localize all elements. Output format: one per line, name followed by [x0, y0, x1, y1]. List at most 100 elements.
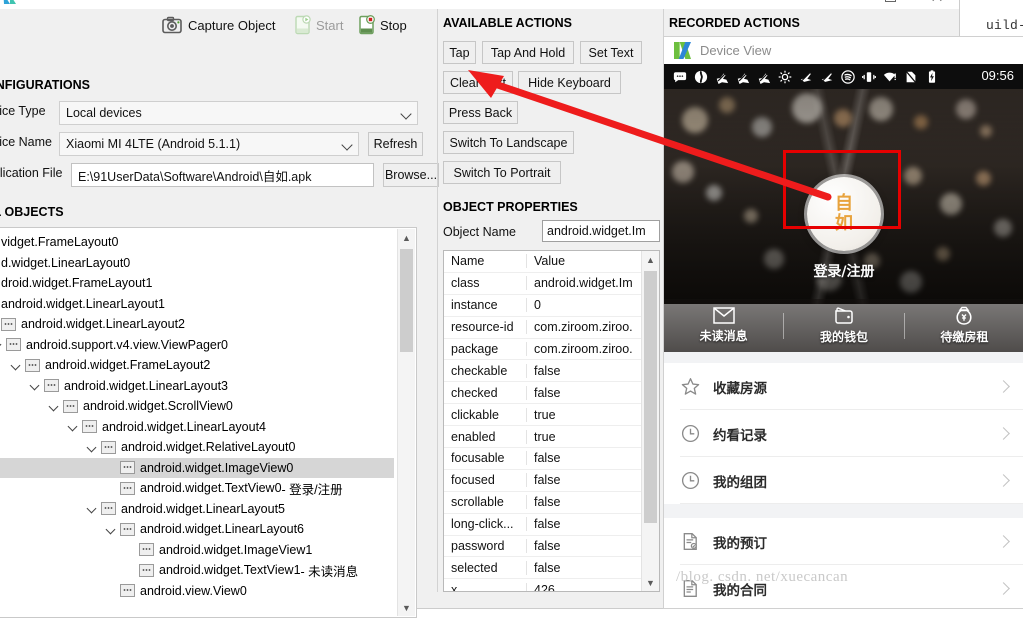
quick-item-label: 我的钱包 — [819, 329, 868, 344]
properties-row[interactable]: scrollable false — [444, 492, 659, 514]
object-properties-table[interactable]: Name Value class android.widget.Im instance… — [443, 250, 660, 592]
clear-text-button[interactable]: Clear Text — [443, 71, 513, 94]
device-type-select[interactable]: Local devices — [59, 101, 418, 125]
properties-row[interactable]: checked false — [444, 382, 659, 405]
tree-node[interactable]: android.widget.RelativeLayout0 — [0, 437, 394, 458]
properties-row[interactable]: resource-id com.ziroom.ziroo. — [444, 317, 659, 339]
set-text-button[interactable]: Set Text — [580, 41, 642, 64]
chevron-down-icon[interactable] — [10, 359, 23, 372]
hide-keyboard-button[interactable]: Hide Keyboard — [518, 71, 621, 94]
tree-node-label: vidget.FrameLayout0 — [1, 235, 119, 250]
chevron-down-icon[interactable] — [29, 379, 42, 392]
switch-to-portrait-button[interactable]: Switch To Portrait — [443, 161, 561, 184]
tree-node[interactable]: android.widget.FrameLayout2 — [0, 355, 394, 376]
tree-node[interactable]: android.widget.ImageView1 — [0, 540, 394, 561]
tree-node[interactable]: android.widget.LinearLayout2 — [0, 314, 394, 335]
tree-node[interactable]: android.widget.LinearLayout3 — [0, 376, 394, 397]
quick-item-my-wallet[interactable]: 我的钱包 — [784, 306, 903, 345]
scroll-down-icon[interactable]: ▼ — [398, 599, 415, 616]
tap-label: Tap — [449, 45, 470, 60]
browse-button[interactable]: Browse... — [383, 163, 439, 187]
object-name-input[interactable]: android.widget.Im — [542, 220, 660, 242]
tree-node[interactable]: android.widget.TextView1 - 未读消息 — [0, 560, 394, 581]
properties-row[interactable]: password false — [444, 536, 659, 558]
menu-item-favorites[interactable]: 收藏房源 — [664, 363, 1023, 410]
object-tree-scrollbar[interactable]: ▲ ▼ — [397, 229, 415, 616]
chevron-down-icon[interactable] — [67, 420, 80, 433]
tree-node-label: android.widget.LinearLayout1 — [1, 296, 166, 311]
properties-row[interactable]: class android.widget.Im — [444, 273, 659, 295]
chevron-down-icon[interactable] — [105, 523, 118, 536]
katalon-logo-icon — [674, 42, 691, 59]
scroll-down-icon[interactable]: ▼ — [642, 574, 659, 591]
properties-scrollbar[interactable]: ▲ ▼ — [641, 251, 659, 591]
tree-node[interactable]: android.widget.LinearLayout6 — [0, 519, 394, 540]
property-value: 0 — [534, 298, 541, 313]
tree-node[interactable]: droid.widget.FrameLayout1 — [0, 273, 394, 294]
tap-and-hold-button[interactable]: Tap And Hold — [482, 41, 574, 64]
money-bag-icon — [956, 306, 972, 325]
properties-column-header: Value — [534, 254, 566, 269]
recorded-actions-heading: RECORDED ACTIONS — [669, 16, 800, 30]
press-back-button[interactable]: Press Back — [443, 101, 518, 124]
tap-button[interactable]: Tap — [443, 41, 476, 64]
start-label: Start — [316, 17, 344, 33]
tree-node-label: android.widget.RelativeLayout0 — [121, 440, 296, 455]
application-file-input[interactable]: E:\91UserData\Software\Android\自如.apk — [71, 163, 374, 187]
scrollbar-thumb[interactable] — [644, 271, 657, 523]
menu-item-my-contract[interactable]: 我的合同 — [664, 565, 1023, 608]
silent-icon — [800, 70, 812, 82]
properties-row[interactable]: package com.ziroom.ziroo. — [444, 339, 659, 361]
capture-object-button[interactable]: Capture Object — [162, 13, 275, 37]
window-close-button[interactable] — [914, 0, 959, 8]
property-name: focusable — [444, 451, 527, 466]
tree-node[interactable]: android.widget.TextView0 - 登录/注册 — [0, 478, 394, 499]
toolbar: Capture Object Start Stop — [0, 9, 438, 39]
refresh-button[interactable]: Refresh — [368, 132, 423, 156]
chevron-down-icon[interactable] — [86, 441, 99, 454]
tree-node[interactable]: android.widget.LinearLayout5 — [0, 499, 394, 520]
tree-node[interactable]: vidget.FrameLayout0 — [0, 232, 394, 253]
properties-row[interactable]: instance 0 — [444, 295, 659, 317]
property-name: instance — [444, 298, 527, 313]
properties-row[interactable]: long-click... false — [444, 514, 659, 536]
chevron-down-icon[interactable] — [0, 338, 4, 351]
switch-to-landscape-button[interactable]: Switch To Landscape — [443, 131, 574, 154]
scrollbar-thumb[interactable] — [400, 249, 413, 352]
tree-node[interactable]: d.widget.LinearLayout0 — [0, 253, 394, 274]
quick-item-unread-messages[interactable]: 未读消息 — [664, 307, 783, 344]
properties-row[interactable]: clickable true — [444, 404, 659, 427]
properties-row[interactable]: x 426 — [444, 579, 659, 591]
widget-node-icon — [1, 317, 16, 331]
chevron-down-icon[interactable] — [48, 400, 61, 413]
tree-node[interactable]: android.support.v4.view.ViewPager0 — [0, 335, 394, 356]
properties-row[interactable]: checkable false — [444, 360, 659, 383]
quick-item-rent-due[interactable]: 待缴房租 — [905, 306, 1023, 345]
scroll-up-icon[interactable]: ▲ — [642, 251, 659, 268]
properties-row[interactable]: selected false — [444, 557, 659, 580]
device-name-select[interactable]: Xiaomi MI 4LTE (Android 5.1.1) — [59, 132, 359, 156]
tree-node[interactable]: android.view.View0 — [0, 581, 394, 602]
property-name: resource-id — [444, 320, 527, 335]
chevron-down-icon[interactable] — [86, 502, 99, 515]
mute-icon — [737, 72, 750, 84]
tree-node-label: droid.widget.FrameLayout1 — [1, 276, 153, 291]
device-hero-banner: 自 如 登录/注册 — [664, 89, 1023, 304]
menu-item-my-booking[interactable]: 我的预订 — [664, 518, 1023, 565]
tree-node[interactable]: android.widget.ScrollView0 — [0, 396, 394, 417]
scroll-up-icon[interactable]: ▲ — [398, 229, 415, 246]
properties-rows[interactable]: class android.widget.Im instance 0 resource-… — [444, 273, 659, 591]
menu-item-viewing-records[interactable]: 约看记录 — [664, 410, 1023, 457]
start-button[interactable]: Start — [294, 13, 343, 37]
properties-row[interactable]: focused false — [444, 470, 659, 492]
window-maximize-button[interactable] — [868, 0, 913, 8]
properties-row[interactable]: focusable false — [444, 448, 659, 470]
tree-node[interactable]: android.widget.LinearLayout4 — [0, 417, 394, 438]
all-objects-heading: LL OBJECTS — [0, 205, 64, 219]
tree-node[interactable]: android.widget.ImageView0 — [0, 457, 394, 478]
properties-row[interactable]: enabled true — [444, 426, 659, 449]
tree-node[interactable]: android.widget.LinearLayout1 — [0, 294, 394, 315]
object-tree[interactable]: vidget.FrameLayout0 d.widget.LinearLayout… — [0, 232, 394, 617]
menu-item-my-group[interactable]: 我的组团 — [664, 457, 1023, 504]
stop-button[interactable]: Stop — [358, 13, 407, 37]
